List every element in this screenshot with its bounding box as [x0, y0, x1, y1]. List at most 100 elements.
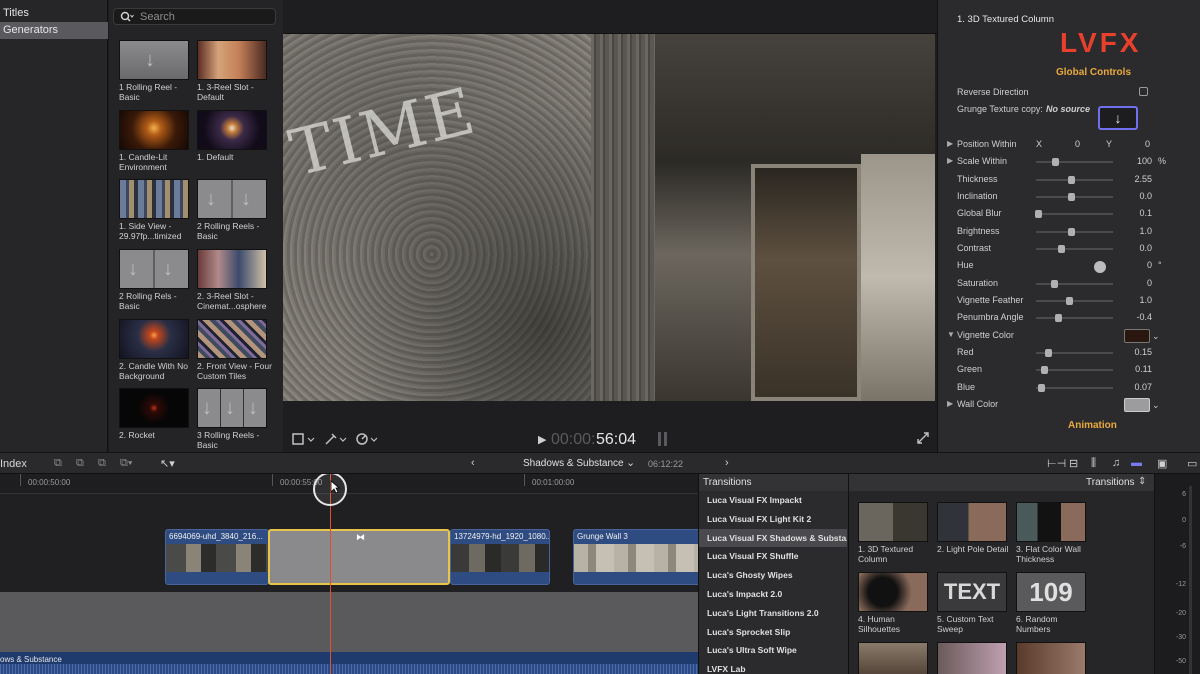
wall-color-swatch[interactable]	[1124, 398, 1150, 412]
param-value[interactable]: 1.0	[1092, 295, 1152, 305]
transition-category[interactable]: Luca's Light Transitions 2.0	[699, 604, 847, 622]
view-toggle-icon[interactable]: ▭	[1187, 457, 1197, 470]
transition-clip[interactable]: ⧓	[268, 529, 450, 585]
project-name[interactable]: Shadows & Substance	[523, 458, 624, 469]
param-value[interactable]: 0.0	[1092, 191, 1152, 201]
param-value[interactable]: 0.07	[1092, 382, 1152, 392]
play-button[interactable]: ▶	[538, 433, 546, 446]
sidebar-item-titles[interactable]: Titles	[0, 5, 108, 22]
param-value[interactable]: 0.0	[1092, 243, 1152, 253]
transition-category[interactable]: LVFX Lab	[699, 660, 847, 674]
transition-category[interactable]: Luca's Ghosty Wipes	[699, 566, 847, 584]
disclosure-open-icon[interactable]: ▼	[947, 330, 955, 339]
transition-tile[interactable]: 109 6. Random Numbers	[1016, 572, 1088, 634]
timeline[interactable]: 00:00:50:00 00:00:55:00 00:01:00:00 6694…	[0, 474, 698, 674]
zoom-to-fit-icon[interactable]: ⊢⊣	[1047, 457, 1066, 470]
video-clip[interactable]: Grunge Wall 3	[573, 529, 698, 585]
solo-icon[interactable]: ▬	[1131, 457, 1142, 469]
slider-knob[interactable]	[1041, 366, 1049, 374]
reverse-direction-checkbox[interactable]	[1139, 87, 1148, 96]
slider-knob[interactable]	[1054, 314, 1062, 322]
generator-tile[interactable]: 1. 3-Reel Slot - Default	[197, 40, 269, 102]
transition-category[interactable]: Luca Visual FX Shadows & Substa...	[699, 528, 847, 547]
skimming-icon[interactable]: ⫼	[1091, 457, 1096, 470]
generator-tile[interactable]: 2. 3-Reel Slot - Cinemat...osphere	[197, 249, 269, 311]
generator-tile[interactable]: ↓ ↓ 2 Rolling Rels - Basic	[119, 249, 191, 311]
generator-tile[interactable]: ↓ ↓ 2 Rolling Reels - Basic	[197, 179, 269, 241]
transition-category[interactable]: Luca's Ultra Soft Wipe	[699, 641, 847, 659]
chevron-down-icon[interactable]: ⌄	[1152, 400, 1160, 411]
slider-knob[interactable]	[1038, 384, 1046, 392]
generator-tile[interactable]: 2. Candle With No Background	[119, 319, 191, 381]
enhance-wand-icon[interactable]	[324, 432, 348, 446]
slider-knob[interactable]	[1057, 245, 1065, 253]
chevron-down-icon[interactable]: ⌄	[1152, 331, 1160, 342]
search-input[interactable]: Search	[113, 8, 276, 25]
transition-category[interactable]: Luca Visual FX Impackt	[699, 491, 847, 509]
audio-meter-icon[interactable]	[657, 431, 669, 447]
generator-tile[interactable]: 2. Rocket	[119, 388, 191, 441]
y-value[interactable]: 0	[1145, 139, 1150, 149]
transform-icon[interactable]	[292, 432, 316, 446]
transition-category[interactable]: Luca's Sprocket Slip	[699, 623, 847, 641]
overwrite-clip-icon[interactable]: ⧉▾	[120, 457, 132, 470]
disclosure-closed-icon[interactable]: ▶	[947, 399, 953, 408]
generator-tile[interactable]: 1. Side View - 29.97fp...timized	[119, 179, 191, 241]
insert-clip-icon[interactable]: ⧉	[76, 457, 84, 470]
transition-tile[interactable]	[858, 642, 930, 674]
vignette-color-swatch[interactable]	[1124, 329, 1150, 343]
append-clip-icon[interactable]: ⧉	[98, 457, 106, 470]
select-tool-icon[interactable]: ↖▾	[160, 457, 175, 470]
slider-knob[interactable]	[1035, 210, 1043, 218]
generator-tile[interactable]: 1. Default	[197, 110, 269, 163]
generator-tile[interactable]: 1. Candle-Lit Environment	[119, 110, 191, 172]
connect-clip-icon[interactable]: ⧉	[54, 457, 62, 470]
chevron-updown-icon[interactable]: ⇕	[1138, 476, 1146, 487]
transition-category[interactable]: Luca Visual FX Shuffle	[699, 547, 847, 565]
param-value[interactable]: 2.55	[1092, 174, 1152, 184]
snapping-icon[interactable]: ▣	[1157, 457, 1167, 470]
x-value[interactable]: 0	[1075, 139, 1080, 149]
slider-knob[interactable]	[1051, 280, 1059, 288]
transition-category[interactable]: Luca's Impackt 2.0	[699, 585, 847, 603]
generator-tile[interactable]: ↓ ↓ ↓ 3 Rolling Reels - Basic	[197, 388, 269, 450]
fullscreen-icon[interactable]	[917, 432, 929, 444]
disclosure-closed-icon[interactable]: ▶	[947, 139, 953, 148]
transition-tile[interactable]	[937, 642, 1009, 674]
generator-tile[interactable]: ↓ 1 Rolling Reel - Basic	[119, 40, 191, 102]
speed-gauge-icon[interactable]	[355, 432, 379, 446]
video-clip[interactable]: 6694069-uhd_3840_216...	[165, 529, 269, 585]
transition-category[interactable]: Luca Visual FX Light Kit 2	[699, 510, 847, 528]
chevron-down-icon[interactable]: ⌄	[626, 456, 635, 469]
slider-knob[interactable]	[1044, 349, 1052, 357]
param-value[interactable]: 1.0	[1092, 226, 1152, 236]
audio-skimming-icon[interactable]: ♫	[1112, 457, 1120, 469]
slider-knob[interactable]	[1067, 176, 1075, 184]
hue-dial[interactable]	[1094, 261, 1106, 273]
slider-knob[interactable]	[1067, 193, 1075, 201]
index-button[interactable]: Index	[0, 458, 27, 470]
transition-tile[interactable]: TEXT 5. Custom Text Sweep	[937, 572, 1009, 634]
transition-tile[interactable]: 3. Flat Color Wall Thickness	[1016, 502, 1088, 564]
param-value[interactable]: 0.15	[1092, 347, 1152, 357]
transition-tile[interactable]: 2. Light Pole Detail	[937, 502, 1009, 555]
video-clip[interactable]: 13724979-hd_1920_1080...	[450, 529, 550, 585]
forward-arrow-icon[interactable]: ›	[725, 457, 729, 469]
disclosure-closed-icon[interactable]: ▶	[947, 156, 953, 165]
back-arrow-icon[interactable]: ‹	[471, 457, 475, 469]
slider-knob[interactable]	[1066, 297, 1074, 305]
transitions-title[interactable]: Transitions	[1086, 477, 1135, 488]
transition-tile[interactable]: 4. Human Silhouettes	[858, 572, 930, 634]
param-value[interactable]: 0	[1092, 278, 1152, 288]
video-frame[interactable]: TIME	[283, 34, 935, 401]
param-value[interactable]: 100	[1092, 156, 1152, 166]
slider-knob[interactable]	[1067, 228, 1075, 236]
clip-appearance-icon[interactable]: ⊟	[1069, 457, 1078, 470]
slider-knob[interactable]	[1052, 158, 1060, 166]
transition-tile[interactable]: 1. 3D Textured Column	[858, 502, 930, 564]
param-value[interactable]: 0.1	[1092, 208, 1152, 218]
generator-tile[interactable]: 2. Front View - Four Custom Tiles	[197, 319, 272, 381]
transition-tile[interactable]	[1016, 642, 1088, 674]
param-value[interactable]: -0.4	[1092, 312, 1152, 322]
param-value[interactable]: 0.11	[1092, 364, 1152, 374]
